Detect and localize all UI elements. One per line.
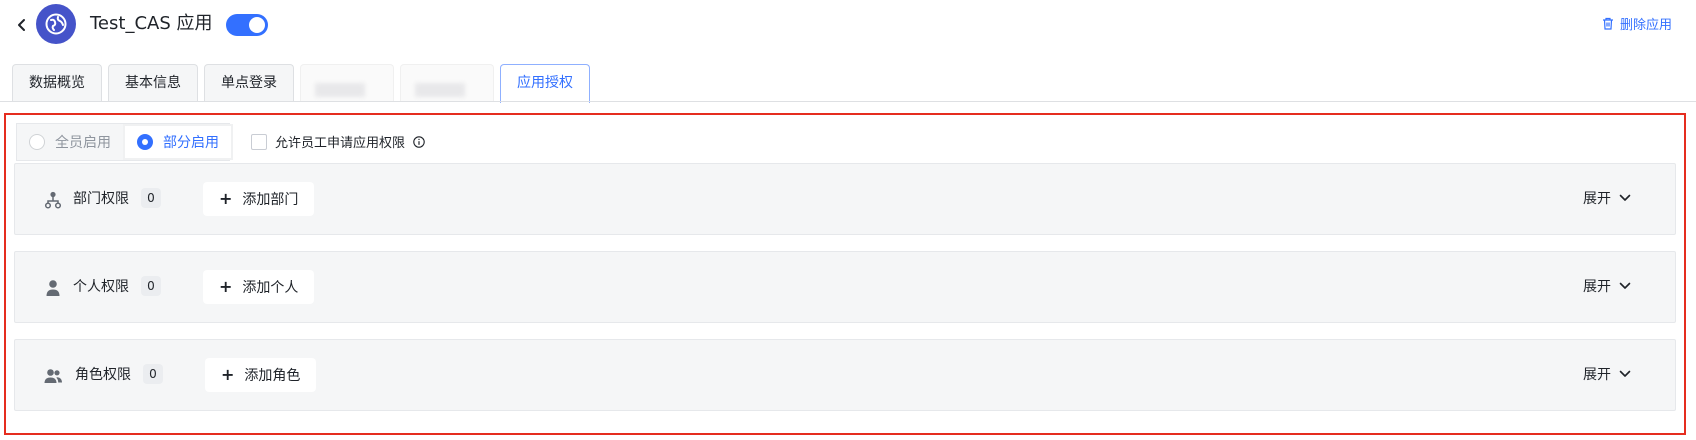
plus-icon: + <box>219 277 233 296</box>
delete-app-button[interactable]: 删除应用 <box>1602 14 1672 33</box>
add-button-label: 添加角色 <box>244 368 301 384</box>
app-title: Test_CAS 应用 <box>90 13 213 34</box>
allow-request-option: 允许员工申请应用权限 <box>251 132 425 151</box>
tab-data-overview[interactable]: 数据概览 <box>12 64 102 101</box>
tab-redacted-2[interactable] <box>400 64 494 101</box>
scope-radio-group: 全员启用 部分启用 <box>16 123 233 161</box>
add-person-button[interactable]: + 添加个人 <box>203 270 315 304</box>
count-badge: 0 <box>143 364 163 384</box>
add-department-button[interactable]: + 添加部门 <box>203 182 315 216</box>
plus-icon: + <box>219 189 233 208</box>
tab-basic-info[interactable]: 基本信息 <box>108 64 198 101</box>
section-title: 角色权限 <box>75 367 131 383</box>
trash-icon <box>1602 17 1613 30</box>
back-button[interactable] <box>14 14 30 36</box>
authorization-panel: 全员启用 部分启用 允许员工申请应用权限 部门权限 0 + 添加部门 展开 个人… <box>4 113 1686 435</box>
app-header: Test_CAS 应用 删除应用 <box>0 0 1696 52</box>
app-logo <box>36 4 76 44</box>
count-badge: 0 <box>141 188 161 208</box>
tab-sso[interactable]: 单点登录 <box>204 64 294 101</box>
chevron-down-icon <box>1619 282 1631 289</box>
add-button-label: 添加部门 <box>242 192 299 208</box>
globe-icon <box>45 13 67 35</box>
add-button-label: 添加个人 <box>242 280 299 296</box>
chevron-down-icon <box>1619 194 1631 201</box>
radio-button <box>137 134 153 150</box>
toggle-knob <box>249 17 265 33</box>
department-permission-section: 部门权限 0 + 添加部门 展开 <box>14 163 1676 235</box>
section-title: 部门权限 <box>73 191 129 207</box>
allow-request-checkbox[interactable] <box>251 133 267 150</box>
tab-bar: 数据概览 基本信息 单点登录 应用授权 <box>12 64 590 103</box>
tab-app-authorization[interactable]: 应用授权 <box>500 64 590 103</box>
org-chart-icon <box>44 191 62 209</box>
users-icon <box>44 369 62 383</box>
scope-option-all[interactable]: 全员启用 <box>17 124 123 160</box>
expand-button[interactable]: 展开 <box>1583 276 1631 296</box>
expand-label: 展开 <box>1583 191 1611 207</box>
redacted-label <box>315 83 365 97</box>
delete-app-label: 删除应用 <box>1619 18 1672 33</box>
expand-button[interactable]: 展开 <box>1583 364 1631 384</box>
tab-redacted-1[interactable] <box>300 64 394 101</box>
allow-request-label: 允许员工申请应用权限 <box>275 136 406 151</box>
info-icon[interactable] <box>413 135 425 148</box>
chevron-down-icon <box>1619 370 1631 377</box>
section-title: 个人权限 <box>73 279 129 295</box>
app-enabled-toggle[interactable] <box>226 14 268 36</box>
plus-icon: + <box>221 365 235 384</box>
expand-label: 展开 <box>1583 367 1611 383</box>
tab-divider <box>0 101 1696 102</box>
redacted-label <box>415 83 465 97</box>
add-role-button[interactable]: + 添加角色 <box>205 358 317 392</box>
chevron-left-icon <box>18 19 25 31</box>
user-icon <box>46 280 60 296</box>
personal-permission-section: 个人权限 0 + 添加个人 展开 <box>14 251 1676 323</box>
role-permission-section: 角色权限 0 + 添加角色 展开 <box>14 339 1676 411</box>
scope-option-label: 全员启用 <box>55 135 111 151</box>
expand-label: 展开 <box>1583 279 1611 295</box>
radio-button <box>29 134 45 150</box>
scope-option-label: 部分启用 <box>163 135 219 151</box>
count-badge: 0 <box>141 276 161 296</box>
expand-button[interactable]: 展开 <box>1583 188 1631 208</box>
scope-option-partial[interactable]: 部分启用 <box>123 124 233 160</box>
